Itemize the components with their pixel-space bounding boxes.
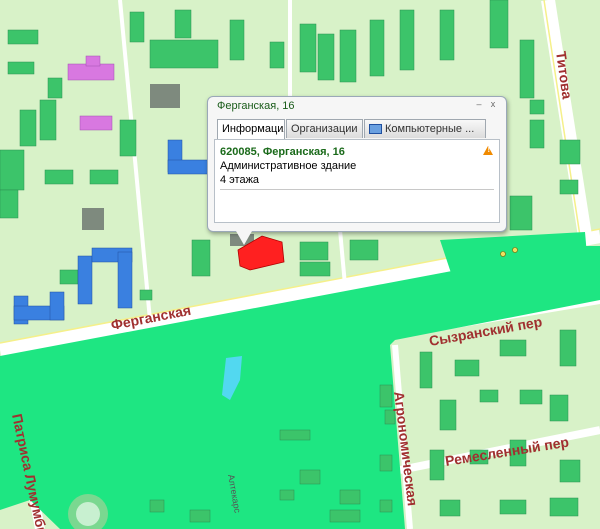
park-east: [440, 232, 590, 300]
round-tree: [76, 502, 100, 526]
info-popup[interactable]: Ферганская, 16 – x Информация Организаци…: [207, 96, 507, 245]
tab-computer[interactable]: Компьютерные ...: [364, 119, 486, 138]
warning-mark: !: [487, 147, 490, 154]
minimize-icon[interactable]: –: [474, 99, 484, 109]
popup-title: Ферганская, 16: [217, 100, 295, 112]
marker-dot: [512, 247, 518, 253]
tab-info[interactable]: Информация: [217, 119, 285, 140]
popup-content: 620085, Ферганская, 16 Административное …: [214, 139, 500, 223]
popup-pointer: [236, 231, 252, 245]
tab-organizations[interactable]: Организации: [286, 119, 363, 138]
popup-tabs: Информация Организации Компьютерные ... …: [217, 119, 503, 155]
popup-floors: 4 этажа: [220, 174, 260, 186]
popup-building-type: Административное здание: [220, 160, 357, 172]
popup-address: 620085, Ферганская, 16: [220, 146, 345, 158]
close-icon[interactable]: x: [488, 99, 498, 109]
tab-computer-label: Компьютерные ...: [385, 123, 475, 135]
city-map[interactable]: Ферганская Титова Сызранский пер Ремесле…: [0, 0, 600, 529]
monitor-icon: [369, 124, 382, 134]
popup-divider: [220, 189, 494, 190]
marker-dot: [500, 251, 506, 257]
popup-title-bar[interactable]: Ферганская, 16 – x: [208, 97, 506, 115]
